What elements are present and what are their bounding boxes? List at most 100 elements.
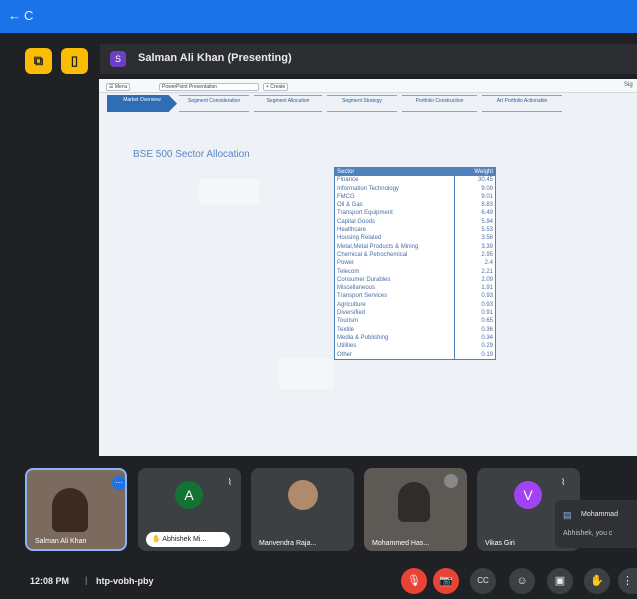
table-header-sector: Sector bbox=[337, 169, 355, 175]
more-options-button[interactable]: ⋮ bbox=[618, 568, 637, 594]
table-row: Utilities 0.29 bbox=[335, 342, 496, 351]
sector-cell: Chemical & Petrochemical bbox=[337, 251, 408, 258]
participant-video bbox=[398, 482, 430, 522]
table-row: Power 2.4 bbox=[335, 259, 496, 268]
weight-cell: 3.39 bbox=[453, 242, 496, 251]
weight-cell: 6.49 bbox=[453, 209, 496, 218]
bottom-separator: | bbox=[85, 575, 88, 585]
flow-step-5: Portfolio Construction bbox=[402, 95, 477, 112]
weight-cell: 3.58 bbox=[453, 234, 496, 243]
captions-button[interactable]: CC bbox=[470, 568, 496, 594]
weight-cell: 1.91 bbox=[453, 284, 496, 293]
presenter-label: Salman Ali Khan (Presenting) bbox=[138, 52, 292, 64]
participant-photo bbox=[288, 480, 318, 510]
table-row: Media & Publishing 0.34 bbox=[335, 333, 495, 343]
participant-name: Mohammed Has... bbox=[372, 540, 430, 547]
table-row: Oil & Gas 8.83 bbox=[335, 201, 496, 210]
table-body: Finance 30.45 Information Technology 9.09 FM… bbox=[335, 176, 495, 359]
sector-cell: Miscellaneous bbox=[337, 285, 376, 292]
table-row: Diversified 0.91 bbox=[335, 309, 496, 318]
weight-cell: 2.21 bbox=[453, 267, 496, 276]
table-row: Tourism 0.65 bbox=[335, 317, 495, 326]
emoji-button[interactable]: ☺ bbox=[509, 568, 535, 594]
camera-toggle-button[interactable]: 📷 bbox=[433, 568, 459, 594]
sector-cell: Consumer Durables bbox=[337, 276, 391, 283]
screen-glare bbox=[279, 359, 334, 389]
sector-cell: Oil & Gas bbox=[337, 202, 363, 209]
shared-menu-button[interactable]: ☰ Menu bbox=[106, 83, 131, 91]
weight-cell: 2.95 bbox=[453, 250, 496, 260]
weight-cell: 5.94 bbox=[453, 217, 496, 227]
shared-tab[interactable]: PowerPoint Presentation bbox=[159, 83, 259, 91]
weight-cell: 0.36 bbox=[453, 325, 496, 334]
raise-hand-button[interactable]: ✋ bbox=[584, 568, 610, 594]
captions-icon: CC bbox=[477, 576, 489, 585]
more-options-icon[interactable]: ⋯ bbox=[112, 476, 125, 490]
table-row: Telecom 2.21 bbox=[335, 267, 496, 276]
shared-screen[interactable]: ☰ Menu PowerPoint Presentation + Create … bbox=[99, 79, 637, 456]
sector-table: Sector Weight Finance 30.45 Information Te… bbox=[334, 167, 496, 360]
sector-cell: Other bbox=[337, 351, 353, 358]
reload-icon[interactable]: C bbox=[24, 8, 33, 23]
chat-sender: Mohammad bbox=[581, 511, 618, 518]
weight-cell: 9.01 bbox=[453, 192, 496, 202]
table-row: Finance 30.45 bbox=[335, 176, 495, 185]
sector-cell: Utilities bbox=[337, 343, 357, 350]
weight-cell: 2.09 bbox=[453, 275, 496, 285]
weight-cell: 0.93 bbox=[453, 300, 496, 310]
weight-cell: 9.09 bbox=[453, 184, 496, 193]
weight-cell: 0.93 bbox=[453, 292, 496, 301]
sector-cell: Power bbox=[337, 260, 355, 267]
mic-toggle-button[interactable]: 🎙 bbox=[401, 568, 427, 594]
avatar: V bbox=[514, 481, 542, 509]
flow-step-4: Segment Strategy bbox=[327, 95, 397, 112]
participant-name: Vikas Giri bbox=[485, 540, 515, 547]
sector-cell: Information Technology bbox=[337, 185, 399, 192]
chat-message: Abhishek, you c bbox=[563, 530, 613, 537]
notes-icon[interactable]: ⧉ bbox=[25, 48, 52, 74]
participant-tile-manvendra[interactable]: Manvendra Raja... bbox=[251, 468, 354, 551]
table-row: Healthcare 5.53 bbox=[335, 226, 495, 235]
participant-tile-abhishek[interactable]: ⌇ A ✋ Abhishek Mi... bbox=[138, 468, 241, 551]
mic-off-icon: ⌇ bbox=[227, 477, 232, 487]
participant-video bbox=[52, 488, 88, 532]
sector-cell: Textile bbox=[337, 326, 355, 333]
table-row: Transport Equipment 6.49 bbox=[335, 209, 496, 218]
weight-cell: 0.29 bbox=[453, 342, 496, 351]
sector-cell: Finance bbox=[337, 177, 359, 184]
activities-icon[interactable]: ▯ bbox=[61, 48, 88, 74]
back-icon[interactable]: ← bbox=[8, 8, 21, 23]
table-row: FMCG 9.01 bbox=[335, 192, 496, 202]
flow-step-2: Segment Consideration bbox=[179, 95, 249, 112]
sector-cell: Telecom bbox=[337, 268, 360, 275]
presenter-bar: S Salman Ali Khan (Presenting) bbox=[100, 44, 637, 74]
present-icon: ▣ bbox=[554, 575, 566, 587]
shared-new-tab-button[interactable]: + Create bbox=[263, 83, 289, 91]
weight-cell: 0.91 bbox=[453, 309, 496, 318]
table-row: Housing Related 3.58 bbox=[335, 234, 496, 243]
sector-cell: Metal,Metal Products & Mining bbox=[337, 243, 419, 250]
mic-off-icon: ⌇ bbox=[561, 477, 566, 487]
sector-cell: Capital Goods bbox=[337, 218, 376, 225]
meet-window: ← C ⧉ ▯ S Salman Ali Khan (Presenting) ☰… bbox=[0, 0, 637, 599]
present-button[interactable]: ▣ bbox=[547, 568, 573, 594]
emoji-icon: ☺ bbox=[516, 575, 528, 587]
sector-cell: Diversified bbox=[337, 310, 366, 317]
sector-cell: Transport Equipment bbox=[337, 210, 393, 217]
camera-off-icon: 📷 bbox=[439, 575, 453, 587]
table-row: Consumer Durables 2.09 bbox=[335, 275, 496, 285]
chat-notification[interactable]: ▤ Mohammad Abhishek, you c bbox=[555, 500, 637, 548]
sector-cell: Agriculture bbox=[337, 301, 366, 308]
table-row: Transport Services 0.93 bbox=[335, 292, 496, 301]
sector-cell: Tourism bbox=[337, 318, 359, 325]
participant-name: Manvendra Raja... bbox=[259, 540, 317, 547]
participant-tile-salman[interactable]: ⋯ Salman Ali Khan bbox=[25, 468, 127, 551]
more-vertical-icon: ⋮ bbox=[622, 575, 633, 587]
weight-cell: 2.4 bbox=[453, 259, 496, 268]
weight-cell: 8.83 bbox=[453, 201, 496, 210]
sector-cell: Housing Related bbox=[337, 235, 382, 242]
flow-step-3: Segment Allocation bbox=[254, 95, 322, 112]
participant-tile-mohammed[interactable]: Mohammed Has... bbox=[364, 468, 467, 551]
sector-cell: Healthcare bbox=[337, 227, 367, 234]
slide-title: BSE 500 Sector Allocation bbox=[133, 149, 250, 160]
